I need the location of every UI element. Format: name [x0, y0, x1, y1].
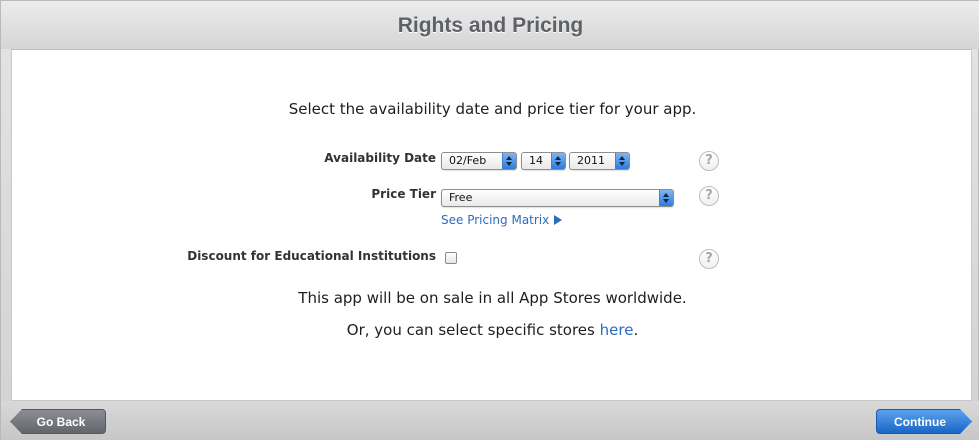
page-title: Rights and Pricing: [397, 14, 584, 37]
price-tier-select-arrows-icon: [659, 190, 673, 206]
page-header: Rights and Pricing: [1, 1, 979, 49]
footer-bar: Go Back Continue: [1, 401, 979, 440]
month-value: 02/Feb: [449, 154, 487, 167]
pricing-matrix-link-label: See Pricing Matrix: [441, 213, 550, 227]
educational-discount-help-icon[interactable]: ?: [699, 249, 719, 269]
day-select[interactable]: 14: [521, 152, 566, 170]
select-stores-here-link[interactable]: here: [600, 321, 634, 339]
educational-discount-checkbox[interactable]: [445, 252, 457, 264]
go-back-button[interactable]: Go Back: [10, 409, 106, 434]
year-select-arrows-icon: [615, 153, 629, 169]
year-value: 2011: [577, 154, 605, 167]
availability-date-label: Availability Date: [324, 151, 436, 165]
pricing-matrix-link[interactable]: See Pricing Matrix: [441, 213, 563, 227]
intro-text: Select the availability date and price t…: [288, 100, 697, 118]
month-select-arrows-icon: [502, 153, 516, 169]
select-stores-text: Or, you can select specific stores here.: [12, 321, 973, 339]
month-select[interactable]: 02/Feb: [441, 152, 517, 170]
content-panel: Select the availability date and price t…: [11, 49, 972, 401]
educational-discount-label: Discount for Educational Institutions: [187, 249, 436, 263]
year-select[interactable]: 2011: [569, 152, 630, 170]
price-tier-label: Price Tier: [371, 187, 436, 201]
worldwide-sale-text: This app will be on sale in all App Stor…: [298, 289, 687, 307]
day-select-arrows-icon: [551, 153, 565, 169]
price-tier-help-icon[interactable]: ?: [699, 186, 719, 206]
price-tier-select[interactable]: Free: [441, 189, 674, 207]
day-value: 14: [529, 154, 543, 167]
availability-help-icon[interactable]: ?: [699, 151, 719, 171]
right-triangle-icon: [554, 215, 563, 225]
select-stores-suffix: .: [633, 321, 639, 339]
select-stores-prefix: Or, you can select specific stores: [346, 321, 600, 339]
price-tier-value: Free: [449, 191, 473, 204]
continue-button[interactable]: Continue: [876, 409, 972, 434]
window-frame: Rights and Pricing Select the availabili…: [0, 0, 979, 440]
